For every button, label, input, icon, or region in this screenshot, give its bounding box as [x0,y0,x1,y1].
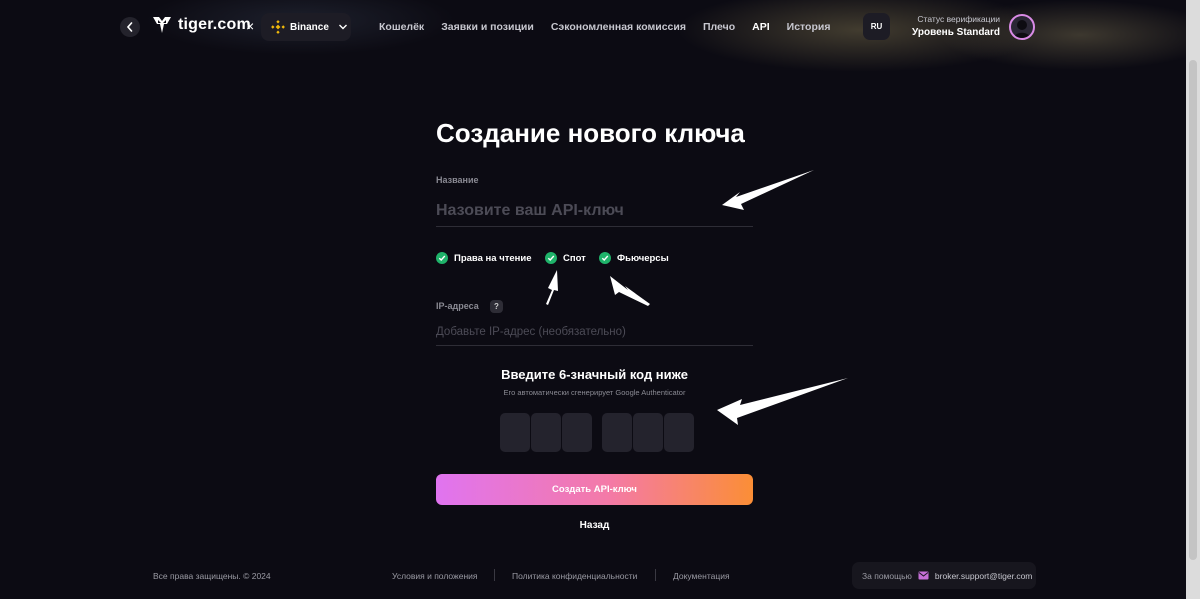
footer-divider [494,569,495,581]
ip-address-input[interactable] [436,318,753,346]
help-icon[interactable]: ? [490,300,503,313]
ip-label: IP-адреса [436,301,479,311]
verification-label: Статус верификации [917,14,1000,24]
permission-read-label: Права на чтение [454,252,532,264]
tiger-logo[interactable]: tiger.com [152,15,251,35]
nav-item-orders-positions[interactable]: Заявки и позиции [441,21,534,33]
exchange-label: Binance [290,21,329,33]
chevron-left-icon [126,22,133,32]
verification-level: Уровень Standard [912,27,1000,38]
code-digit-2[interactable] [531,413,561,452]
support-email-link[interactable]: broker.support@tiger.com [935,571,1032,581]
support-label: За помощью [862,570,912,581]
support-box: За помощью broker.support@tiger.com [852,562,1036,589]
permission-spot-label: Спот [563,252,586,264]
avatar[interactable] [1009,14,1035,40]
nav-item-wallet[interactable]: Кошелёк [379,21,424,33]
create-api-key-button[interactable]: Создать API-ключ [436,474,753,505]
footer-divider [655,569,656,581]
code-subtitle: Его автоматически сгенерирует Google Aut… [503,388,686,397]
verification-status[interactable]: Статус верификации Уровень Standard [912,14,1000,38]
language-button[interactable]: RU [863,13,890,40]
annotation-arrows [546,170,848,425]
permission-futures[interactable]: Фьючерсы [599,252,669,264]
code-title: Введите 6-значный код ниже [501,367,688,382]
code-digit-1[interactable] [500,413,530,452]
nav-item-api[interactable]: API [752,21,770,33]
footer-link-privacy[interactable]: Политика конфиденциальности [512,571,637,581]
arrow-to-spot [546,270,558,305]
checkmark-icon [436,252,448,264]
arrow-to-futures [610,276,650,306]
partner-separator: × [246,18,255,34]
footer-link-terms[interactable]: Условия и положения [392,571,478,581]
code-digit-3[interactable] [562,413,592,452]
envelope-icon [918,571,929,580]
code-digit-4[interactable] [602,413,632,452]
copyright-text: Все права защищены. © 2024 [153,571,271,581]
permission-futures-label: Фьючерсы [617,252,669,264]
permission-spot[interactable]: Спот [545,252,586,264]
chevron-down-icon [338,24,347,30]
main-nav: Кошелёк Заявки и позиции Сэкономленная к… [379,21,847,33]
code-digit-6[interactable] [664,413,694,452]
nav-item-saved-commission[interactable]: Сэкономленная комиссия [551,21,686,33]
checkmark-icon [599,252,611,264]
user-silhouette-icon [1014,20,1030,38]
tiger-logo-icon [153,17,171,33]
scrollbar-thumb[interactable] [1189,60,1197,560]
back-link[interactable]: Назад [436,520,753,531]
permission-read[interactable]: Права на чтение [436,252,532,264]
nav-item-history[interactable]: История [787,21,831,33]
exchange-selector[interactable]: Binance [261,13,351,41]
checkmark-icon [545,252,557,264]
top-header: tiger.com × Binance Кошелёк Заявки и поз… [0,0,1186,56]
binance-icon [271,20,285,34]
name-label: Название [436,175,479,185]
arrow-to-code [717,378,848,425]
back-button[interactable] [120,17,140,37]
scrollbar[interactable] [1186,0,1200,599]
code-digit-5[interactable] [633,413,663,452]
footer-link-docs[interactable]: Документация [673,571,730,581]
nav-item-leverage[interactable]: Плечо [703,21,735,33]
logo-text: tiger.com [178,16,251,33]
page-title: Создание нового ключа [436,118,745,148]
api-key-name-input[interactable] [436,195,753,227]
